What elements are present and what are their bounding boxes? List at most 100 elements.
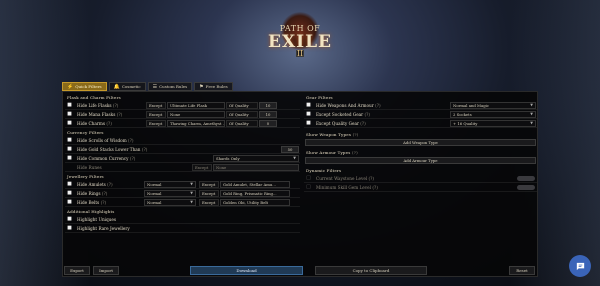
bell-icon: 🔔 <box>113 83 120 90</box>
checkbox[interactable]: □ <box>304 183 313 192</box>
chevron-down-icon: ▼ <box>530 103 533 107</box>
belt-rarity-select[interactable]: Normal ▼ <box>144 198 196 206</box>
flask-section-title: Flask and Charm Filters <box>67 95 121 100</box>
jewellery-row-belts: ■ Hide Belts (?) Normal ▼ Except Golden O… <box>65 198 300 207</box>
checkbox[interactable]: ■ <box>304 119 313 128</box>
help-icon[interactable]: (?) <box>107 182 113 187</box>
download-button[interactable]: Download <box>190 266 303 275</box>
help-icon[interactable]: (?) <box>113 103 119 108</box>
socket-count-select[interactable]: 2 Sockets ▼ <box>450 110 536 118</box>
flask-row-mana: ■ Hide Mana Flasks (?) Except None Of Qu… <box>65 110 300 119</box>
checkbox[interactable]: ■ <box>65 180 74 189</box>
tab-free-rules[interactable]: ⚑ Free Rules <box>194 82 233 91</box>
help-icon[interactable]: (?) <box>102 191 108 196</box>
help-icon[interactable]: (?) <box>360 121 366 126</box>
quality-input[interactable]: 0 <box>259 119 277 127</box>
chat-button[interactable] <box>569 255 591 277</box>
checkbox[interactable]: □ <box>304 174 313 183</box>
highlight-row-rare-jewellery: ■ Highlight Rare Jewellery <box>65 224 300 233</box>
help-icon[interactable]: (?) <box>375 103 381 108</box>
tab-quick-filters[interactable]: ⚡ Quick Filters <box>62 82 107 91</box>
flask-row-life: ■ Hide Life Flasks (?) Except Ultimate L… <box>65 101 300 110</box>
footer-bar: Export Import Download Copy to Clipboard… <box>62 265 538 276</box>
tab-custom-rules[interactable]: ☰ Custom Rules <box>147 82 193 91</box>
quality-input[interactable]: 10 <box>259 101 277 109</box>
common-currency-select[interactable]: Shards Only ▼ <box>213 154 299 162</box>
gear-section-title: Gear Filters <box>306 95 333 100</box>
help-icon[interactable]: (?) <box>369 176 375 181</box>
copy-to-clipboard-button[interactable]: Copy to Clipboard <box>315 266 427 275</box>
quality-select[interactable]: + 16 Quality ▼ <box>450 119 536 127</box>
game-logo: PATH OF EXILE II <box>266 12 334 64</box>
chevron-down-icon: ▼ <box>190 200 193 204</box>
tab-cosmetic[interactable]: 🔔 Cosmetic <box>108 82 146 91</box>
currency-section-title: Currency Filters <box>67 130 104 135</box>
highlights-section-title: Additional Highlights <box>67 209 115 214</box>
help-icon[interactable]: (?) <box>352 150 358 155</box>
flask-mana-select[interactable]: None <box>167 110 225 118</box>
help-icon[interactable]: (?) <box>117 112 123 117</box>
checkbox[interactable]: ■ <box>65 189 74 198</box>
jewellery-row-amulets: ■ Hide Amulets (?) Normal ▼ Except Gold A… <box>65 180 300 189</box>
help-icon[interactable]: (?) <box>130 156 136 161</box>
flask-life-select[interactable]: Ultimate Life Flask <box>167 101 225 109</box>
highlight-row-uniques: ■ Highlight Uniques <box>65 215 300 224</box>
checkbox[interactable]: ■ <box>65 154 74 163</box>
currency-row-common: ■ Hide Common Currency (?) Shards Only ▼ <box>65 154 300 163</box>
filters-panel: Flask and Charm Filters ■ Hide Life Flas… <box>62 91 538 277</box>
gold-threshold-input[interactable]: 50 <box>281 145 299 153</box>
checkbox[interactable]: ■ <box>65 110 74 119</box>
checkbox[interactable]: ■ <box>65 119 74 128</box>
checkbox[interactable]: ■ <box>304 101 313 110</box>
checkbox[interactable]: ■ <box>65 145 74 154</box>
logo-numeral: II <box>296 49 304 58</box>
jewellery-row-rings: ■ Hide Rings (?) Normal ▼ Except Gold Rin… <box>65 189 300 198</box>
help-icon[interactable]: (?) <box>372 185 378 190</box>
checkbox[interactable]: ■ <box>65 224 74 233</box>
amulet-rarity-select[interactable]: Normal ▼ <box>144 180 196 188</box>
gear-row-hide: ■ Hide Weapons And Armour (?) Normal and… <box>304 101 537 110</box>
checkbox[interactable]: ■ <box>65 198 74 207</box>
checkbox[interactable]: ■ <box>65 215 74 224</box>
gear-rarity-select[interactable]: Normal and Magic ▼ <box>450 101 536 109</box>
checkbox[interactable] <box>65 163 74 172</box>
quality-input[interactable]: 10 <box>259 110 277 118</box>
checkbox[interactable]: ■ <box>65 136 74 145</box>
amulet-except-select[interactable]: Gold Amulet, Stellar Amu... <box>220 180 290 188</box>
dynamic-section-title: Dynamic Filters <box>306 168 342 173</box>
chevron-down-icon: ▼ <box>530 112 533 116</box>
left-column: Flask and Charm Filters ■ Hide Life Flas… <box>65 94 300 233</box>
armour-types-title: Show Armour Types (?) <box>306 150 358 155</box>
help-icon[interactable]: (?) <box>101 200 107 205</box>
help-icon[interactable]: (?) <box>353 132 359 137</box>
checkbox[interactable]: ■ <box>65 101 74 110</box>
jewellery-section-title: Jewellery Filters <box>67 174 104 179</box>
help-icon[interactable]: (?) <box>128 138 134 143</box>
ring-rarity-select[interactable]: Normal ▼ <box>144 189 196 197</box>
currency-row-scrolls: ■ Hide Scrolls of Wisdom (?) <box>65 136 300 145</box>
export-button[interactable]: Export <box>64 266 90 275</box>
flask-row-charms: ■ Hide Charms (?) Except Thawing Charm, … <box>65 119 300 128</box>
help-icon[interactable]: (?) <box>106 121 112 126</box>
import-button[interactable]: Import <box>93 266 119 275</box>
checkbox[interactable]: ■ <box>304 110 313 119</box>
gem-level-input[interactable] <box>517 184 535 190</box>
lightning-icon: ⚡ <box>67 83 74 90</box>
belt-except-select[interactable]: Golden Obi, Utility Belt <box>220 198 290 206</box>
chevron-down-icon: ▼ <box>293 156 296 160</box>
help-icon[interactable]: (?) <box>142 147 148 152</box>
reset-button[interactable]: Reset <box>509 266 535 275</box>
runes-select[interactable]: None <box>213 163 299 171</box>
waystone-level-input[interactable] <box>517 175 535 181</box>
right-column: Gear Filters ■ Hide Weapons And Armour (… <box>304 94 537 192</box>
chevron-down-icon: ▼ <box>530 121 533 125</box>
list-icon: ☰ <box>152 83 158 90</box>
add-armour-type-button[interactable]: Add Armour Type <box>305 157 536 164</box>
charms-select[interactable]: Thawing Charm, Amethyst ... <box>167 119 225 127</box>
currency-row-gold: ■ Hide Gold Stacks Lower Than (?) 50 <box>65 145 300 154</box>
flag-icon: ⚑ <box>199 83 204 90</box>
add-weapon-type-button[interactable]: Add Weapon Type <box>305 139 536 146</box>
ring-except-select[interactable]: Gold Ring, Prismatic Ring... <box>220 189 290 197</box>
help-icon[interactable]: (?) <box>365 112 371 117</box>
gear-row-socketed: ■ Except Socketed Gear (?) 2 Sockets ▼ <box>304 110 537 119</box>
